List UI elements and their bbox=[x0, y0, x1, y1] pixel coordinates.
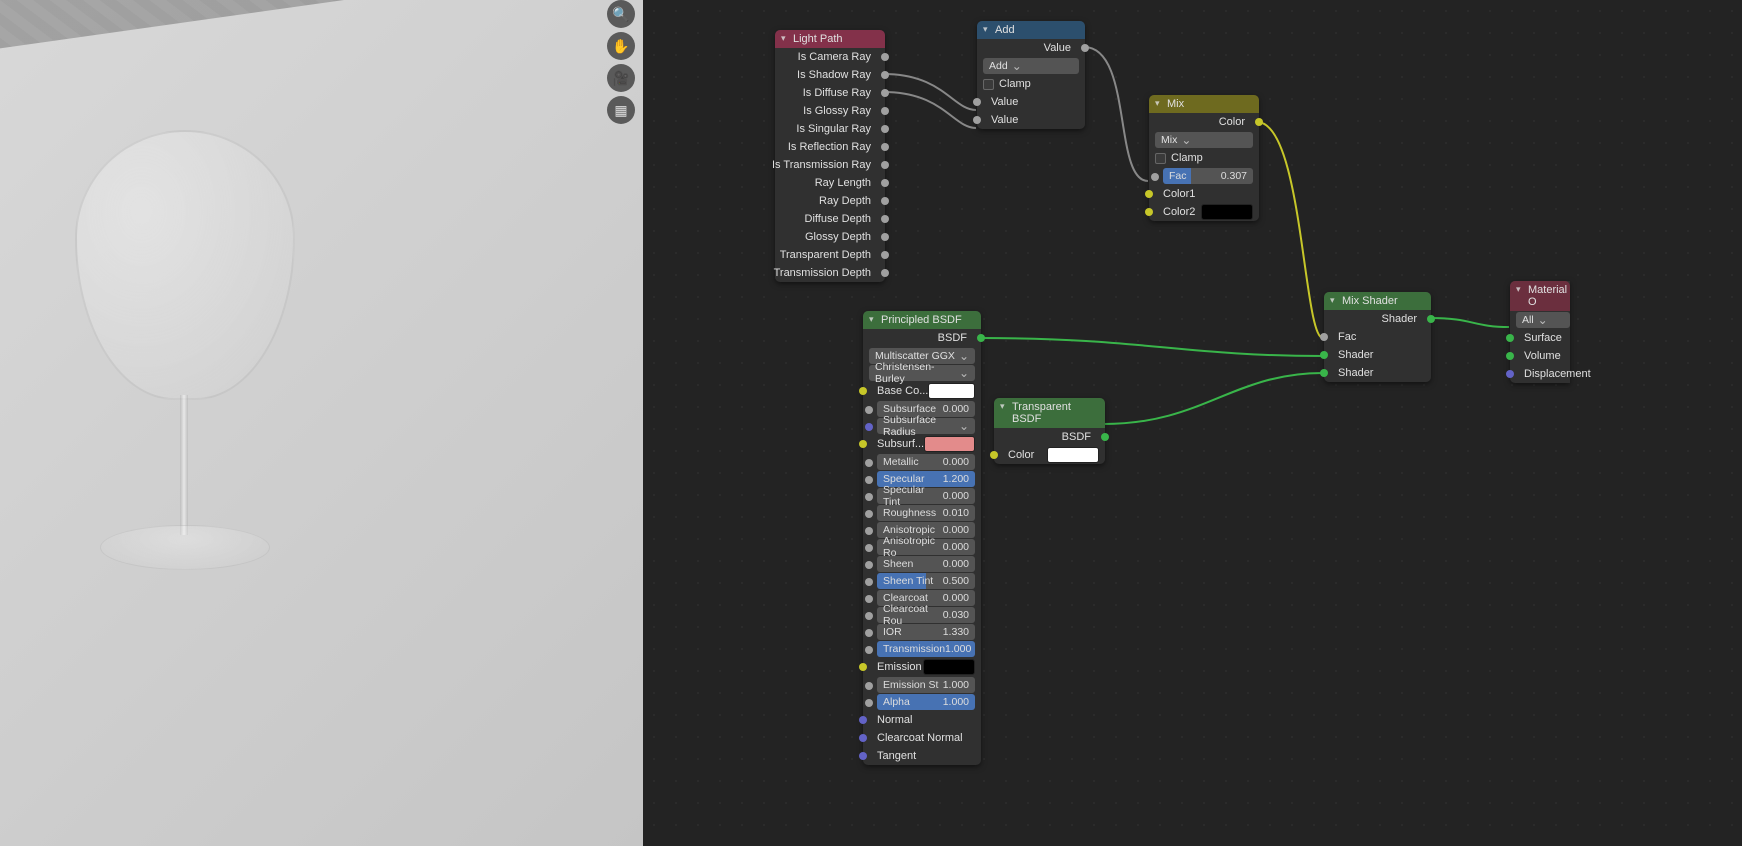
node-header[interactable]: Transparent BSDF bbox=[994, 398, 1105, 428]
input-displacement[interactable]: Displacement bbox=[1524, 368, 1591, 380]
color2-swatch[interactable] bbox=[1201, 204, 1253, 220]
sss-dropdown[interactable]: Christensen-Burley bbox=[869, 365, 975, 381]
input-value-1[interactable]: Value bbox=[991, 96, 1018, 108]
output-is-singular-ray[interactable]: Is Singular Ray bbox=[775, 120, 885, 138]
operation-dropdown[interactable]: Add bbox=[983, 58, 1079, 74]
specular-tint-slider[interactable]: Specular Tint0.000 bbox=[877, 488, 975, 504]
anisotropic-ro-slider[interactable]: Anisotropic Ro0.000 bbox=[877, 539, 975, 555]
node-header[interactable]: Mix bbox=[1149, 95, 1259, 113]
roughness-slider[interactable]: Roughness0.010 bbox=[877, 505, 975, 521]
output-is-camera-ray[interactable]: Is Camera Ray bbox=[775, 48, 885, 66]
subsurf-color-swatch[interactable] bbox=[924, 436, 975, 452]
clamp-checkbox[interactable] bbox=[983, 79, 994, 90]
node-header[interactable]: Material O bbox=[1510, 281, 1570, 311]
hand-icon[interactable]: ✋ bbox=[607, 32, 635, 60]
output-is-reflection-ray[interactable]: Is Reflection Ray bbox=[775, 138, 885, 156]
output-glossy-depth[interactable]: Glossy Depth bbox=[775, 228, 885, 246]
alpha-slider[interactable]: Alpha1.000 bbox=[877, 694, 975, 710]
render-preview bbox=[70, 130, 300, 610]
output-is-glossy-ray[interactable]: Is Glossy Ray bbox=[775, 102, 885, 120]
metallic-slider[interactable]: Metallic0.000 bbox=[877, 454, 975, 470]
input-color2: Color2 bbox=[1163, 206, 1195, 218]
input-surface[interactable]: Surface bbox=[1524, 332, 1562, 344]
output-diffuse-depth[interactable]: Diffuse Depth bbox=[775, 210, 885, 228]
node-material-output[interactable]: Material O All Surface Volume Displaceme… bbox=[1510, 281, 1570, 383]
output-value: Value bbox=[1044, 42, 1071, 54]
output-shader: Shader bbox=[1382, 313, 1417, 325]
transmission-slider[interactable]: Transmission1.000 bbox=[877, 641, 975, 657]
camera-icon[interactable]: 🎥 bbox=[607, 64, 635, 92]
node-transparent-bsdf[interactable]: Transparent BSDF BSDF Color bbox=[994, 398, 1105, 464]
emission-swatch[interactable] bbox=[923, 659, 975, 675]
node-light-path[interactable]: Light Path Is Camera RayIs Shadow RayIs … bbox=[775, 30, 885, 282]
node-header[interactable]: Mix Shader bbox=[1324, 292, 1431, 310]
base-color-swatch[interactable] bbox=[928, 383, 975, 399]
output-is-diffuse-ray[interactable]: Is Diffuse Ray bbox=[775, 84, 885, 102]
output-ray-depth[interactable]: Ray Depth bbox=[775, 192, 885, 210]
node-header[interactable]: Principled BSDF bbox=[863, 311, 981, 329]
output-ray-length[interactable]: Ray Length bbox=[775, 174, 885, 192]
viewport-3d[interactable]: 🔍 ✋ 🎥 ▦ bbox=[0, 0, 643, 846]
output-color: Color bbox=[1219, 116, 1245, 128]
zoom-icon[interactable]: 🔍 bbox=[607, 0, 635, 28]
clearcoat-rou-slider[interactable]: Clearcoat Rou0.030 bbox=[877, 607, 975, 623]
node-mix-shader[interactable]: Mix Shader Shader Fac Shader Shader bbox=[1324, 292, 1431, 382]
output-transparent-depth[interactable]: Transparent Depth bbox=[775, 246, 885, 264]
viewport-overlay-buttons: 🔍 ✋ 🎥 ▦ bbox=[607, 0, 635, 124]
output-bsdf: BSDF bbox=[938, 332, 967, 344]
shader-node-editor[interactable]: Light Path Is Camera RayIs Shadow RayIs … bbox=[643, 0, 1742, 846]
input-shader-1[interactable]: Shader bbox=[1338, 349, 1373, 361]
output-transmission-depth[interactable]: Transmission Depth bbox=[775, 264, 885, 282]
subsurface-radius-dropdown[interactable]: Subsurface Radius bbox=[877, 418, 975, 434]
output-bsdf: BSDF bbox=[1062, 431, 1091, 443]
fac-slider[interactable]: Fac0.307 bbox=[1163, 168, 1253, 184]
grid-icon[interactable]: ▦ bbox=[607, 96, 635, 124]
clamp-checkbox[interactable] bbox=[1155, 153, 1166, 164]
node-header[interactable]: Light Path bbox=[775, 30, 885, 48]
input-fac[interactable]: Fac bbox=[1338, 331, 1356, 343]
output-is-shadow-ray[interactable]: Is Shadow Ray bbox=[775, 66, 885, 84]
output-is-transmission-ray[interactable]: Is Transmission Ray bbox=[775, 156, 885, 174]
sheen-tint-slider[interactable]: Sheen Tint0.500 bbox=[877, 573, 975, 589]
node-math-add[interactable]: Add Value Add Clamp Value Value bbox=[977, 21, 1085, 129]
input-volume[interactable]: Volume bbox=[1524, 350, 1561, 362]
emission-strength[interactable]: Emission St1.000 bbox=[877, 677, 975, 693]
node-header[interactable]: Add bbox=[977, 21, 1085, 39]
input-color1[interactable]: Color1 bbox=[1163, 188, 1195, 200]
node-mixrgb[interactable]: Mix Color Mix Clamp Fac0.307 Color1 Colo… bbox=[1149, 95, 1259, 221]
target-dropdown[interactable]: All bbox=[1516, 312, 1570, 328]
input-shader-2[interactable]: Shader bbox=[1338, 367, 1373, 379]
sheen-slider[interactable]: Sheen0.000 bbox=[877, 556, 975, 572]
color-swatch[interactable] bbox=[1047, 447, 1099, 463]
input-value-2[interactable]: Value bbox=[991, 114, 1018, 126]
node-principled-bsdf[interactable]: Principled BSDF BSDF Multiscatter GGX Ch… bbox=[863, 311, 981, 765]
ior-slider[interactable]: IOR1.330 bbox=[877, 624, 975, 640]
blend-dropdown[interactable]: Mix bbox=[1155, 132, 1253, 148]
